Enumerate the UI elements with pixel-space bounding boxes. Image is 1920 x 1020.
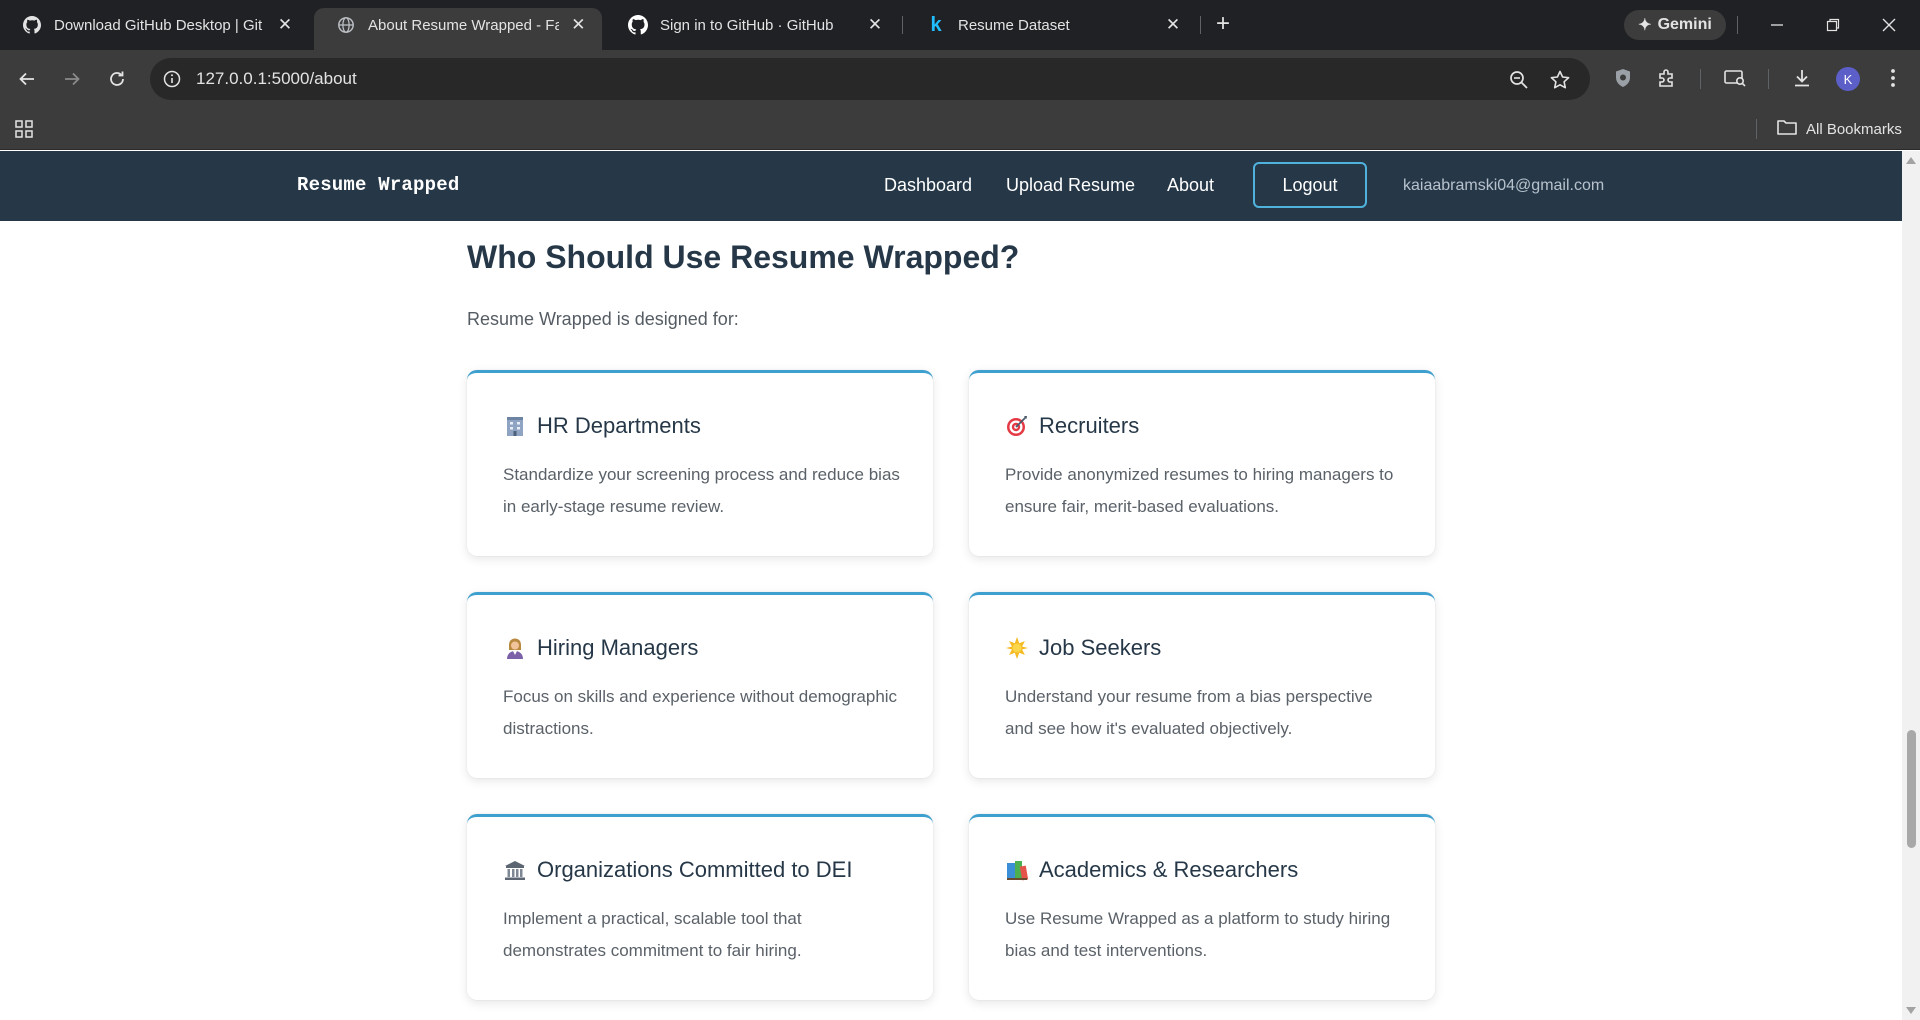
page-viewport: Resume Wrapped Dashboard Upload Resume A… <box>0 151 1902 1020</box>
audience-card: Academics & Researchers Use Resume Wrapp… <box>969 814 1435 1000</box>
all-bookmarks-button[interactable]: All Bookmarks <box>1776 116 1902 142</box>
bookmark-star-icon[interactable] <box>1549 69 1571 91</box>
card-description: Use Resume Wrapped as a platform to stud… <box>1005 909 1391 960</box>
user-email: kaiaabramski04@gmail.com <box>1403 177 1605 194</box>
nav-link-dashboard[interactable]: Dashboard <box>884 175 972 196</box>
card-description: Focus on skills and experience without d… <box>503 687 898 738</box>
card-description: Provide anonymized resumes to hiring man… <box>1005 465 1394 516</box>
download-icon[interactable] <box>1789 65 1815 91</box>
audience-card: Job Seekers Understand your resume from … <box>969 592 1435 778</box>
card-title: Organizations Committed to DEI <box>503 857 852 883</box>
github-icon <box>22 15 42 35</box>
close-window-icon[interactable] <box>1876 12 1902 38</box>
scrollbar-thumb[interactable] <box>1907 730 1916 848</box>
tab-title: Sign in to GitHub · GitHub <box>660 16 834 34</box>
manager-person-icon <box>503 636 527 660</box>
tab-resume-dataset[interactable]: k Resume Dataset ✕ <box>904 8 1198 42</box>
close-icon[interactable]: ✕ <box>1162 14 1184 36</box>
tab-separator <box>902 16 903 34</box>
close-icon[interactable]: ✕ <box>864 14 886 36</box>
folder-icon <box>1776 118 1798 140</box>
audience-card: HR Departments Standardize your screenin… <box>467 370 933 556</box>
audience-card: Hiring Managers Focus on skills and expe… <box>467 592 933 778</box>
all-bookmarks-label: All Bookmarks <box>1806 120 1902 138</box>
tab-title: About Resume Wrapped - Fair H <box>368 16 559 34</box>
card-title: Job Seekers <box>1005 635 1161 661</box>
site-brand[interactable]: Resume Wrapped <box>297 174 459 196</box>
profile-avatar[interactable]: K <box>1836 67 1860 91</box>
divider <box>1768 69 1769 89</box>
close-icon[interactable]: ✕ <box>274 14 296 36</box>
menu-kebab-icon[interactable] <box>1880 65 1906 91</box>
globe-icon <box>336 15 356 35</box>
restore-icon[interactable] <box>1820 12 1846 38</box>
card-description: Standardize your screening process and r… <box>503 465 900 516</box>
scroll-down-arrow-icon[interactable] <box>1906 1007 1916 1014</box>
card-description: Implement a practical, scalable tool tha… <box>503 909 802 960</box>
classical-building-icon <box>503 858 527 882</box>
sparkle-icon <box>1005 636 1029 660</box>
card-title: Academics & Researchers <box>1005 857 1298 883</box>
bookmarks-bar: All Bookmarks <box>0 108 1920 150</box>
cast-search-icon[interactable] <box>1722 65 1748 91</box>
new-tab-button[interactable]: + <box>1210 12 1236 38</box>
section-intro: Resume Wrapped is designed for: <box>467 309 739 329</box>
card-title-text: Recruiters <box>1039 413 1140 438</box>
back-arrow-icon[interactable] <box>12 64 42 94</box>
divider <box>1737 16 1738 34</box>
site-navbar: Resume Wrapped Dashboard Upload Resume A… <box>0 151 1902 221</box>
card-title-text: Organizations Committed to DEI <box>537 857 853 882</box>
logout-button[interactable]: Logout <box>1253 162 1367 208</box>
tab-about-resume-wrapped[interactable]: About Resume Wrapped - Fair H ✕ <box>314 8 602 50</box>
divider <box>1756 119 1757 139</box>
tab-separator <box>1200 16 1201 34</box>
sparkle-icon: ✦ <box>1638 17 1652 34</box>
url-text[interactable]: 127.0.0.1:5000/about <box>196 69 357 89</box>
card-title-text: Job Seekers <box>1039 635 1162 660</box>
tab-github-desktop[interactable]: Download GitHub Desktop | Git ✕ <box>0 8 310 42</box>
gemini-label: Gemini <box>1657 16 1712 33</box>
divider <box>1700 69 1701 89</box>
tab-github-sign-in[interactable]: Sign in to GitHub · GitHub ✕ <box>606 8 900 42</box>
audience-card: Recruiters Provide anonymized resumes to… <box>969 370 1435 556</box>
card-title-text: Academics & Researchers <box>1039 857 1299 882</box>
tab-title: Download GitHub Desktop | Git <box>54 16 263 34</box>
browser-toolbar: 127.0.0.1:5000/about K <box>0 50 1920 108</box>
close-icon[interactable]: ✕ <box>569 14 588 36</box>
office-building-icon <box>503 414 527 438</box>
page-scrollbar[interactable] <box>1902 151 1920 1020</box>
card-title-text: HR Departments <box>537 413 701 438</box>
site-info-icon[interactable] <box>162 69 182 89</box>
nav-link-about[interactable]: About <box>1167 175 1214 196</box>
scroll-up-arrow-icon[interactable] <box>1906 157 1916 164</box>
card-title: Recruiters <box>1005 413 1139 439</box>
card-description: Understand your resume from a bias persp… <box>1005 687 1373 738</box>
extensions-puzzle-icon[interactable] <box>1654 65 1680 91</box>
card-title: Hiring Managers <box>503 635 698 661</box>
minimize-icon[interactable] <box>1764 12 1790 38</box>
books-icon <box>1005 858 1029 882</box>
kaggle-icon: k <box>930 13 942 36</box>
github-icon <box>628 15 648 35</box>
gemini-button[interactable]: ✦ Gemini <box>1624 10 1726 40</box>
forward-arrow-icon[interactable] <box>57 64 87 94</box>
card-title: HR Departments <box>503 413 701 439</box>
browser-tab-strip: Download GitHub Desktop | Git ✕ About Re… <box>0 0 1920 50</box>
address-bar[interactable]: 127.0.0.1:5000/about <box>150 58 1590 100</box>
target-icon <box>1005 414 1029 438</box>
zoom-out-icon[interactable] <box>1508 69 1530 91</box>
tab-title: Resume Dataset <box>958 16 1070 34</box>
section-heading: Who Should Use Resume Wrapped? <box>467 239 1020 275</box>
nav-link-upload-resume[interactable]: Upload Resume <box>1006 175 1135 196</box>
card-title-text: Hiring Managers <box>537 635 699 660</box>
reload-icon[interactable] <box>102 64 132 94</box>
apps-grid-icon[interactable] <box>14 119 34 139</box>
audience-card: Organizations Committed to DEI Implement… <box>467 814 933 1000</box>
shield-extension-icon[interactable] <box>1610 65 1636 91</box>
